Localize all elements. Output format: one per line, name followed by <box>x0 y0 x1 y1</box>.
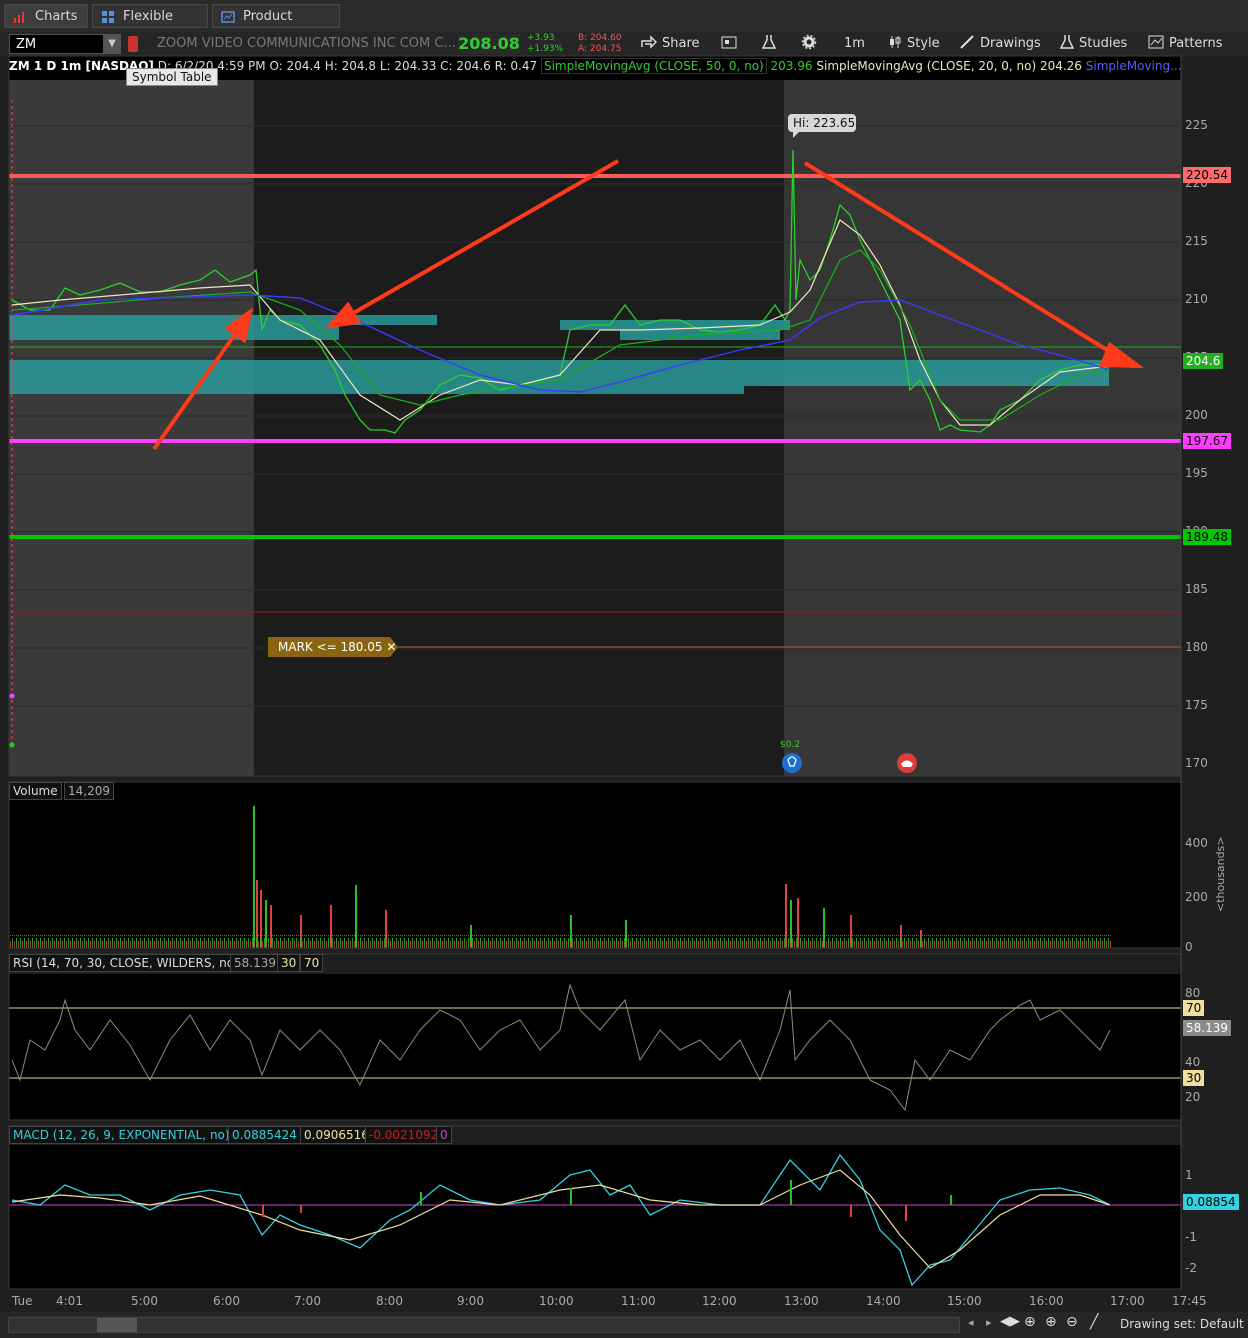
scrollbar-thumb[interactable] <box>97 1318 137 1332</box>
symbol-table-tooltip: Symbol Table <box>126 68 218 86</box>
macd-label[interactable]: MACD (12, 26, 9, EXPONENTIAL, no) <box>9 1126 234 1144</box>
volume-pane-bg <box>9 782 1181 948</box>
sma50-value: 203.96 <box>770 59 813 73</box>
volume-value: 14,209 <box>64 782 114 800</box>
volume-tick: 200 <box>1185 890 1208 904</box>
macd-pane-bg <box>9 1145 1181 1289</box>
sma-more-label[interactable]: SimpleMoving... <box>1086 59 1182 73</box>
sma20-label[interactable]: SimpleMovingAvg (CLOSE, 20, 0, no) <box>816 59 1036 73</box>
close-icon[interactable]: ✕ <box>386 640 396 654</box>
price-tick: 225 <box>1185 118 1208 132</box>
volume-unit: <thousands> <box>1214 836 1227 912</box>
bottom-bar: ◂ ▸ ◀▶ ⊕ ⊕ ⊖ ╱ Drawing set: Default <box>0 1312 1248 1338</box>
bar-range: R: 0.47 <box>494 59 538 73</box>
scroll-left-icon[interactable]: ◂ <box>968 1316 974 1329</box>
rsi-30-label: 30 <box>1183 1070 1205 1086</box>
support-price-label: 197.67 <box>1183 433 1231 449</box>
price-tick: 180 <box>1185 640 1208 654</box>
expand-icon[interactable]: ◀▶ <box>1000 1314 1020 1329</box>
horizontal-scrollbar[interactable] <box>8 1317 960 1333</box>
left-marker-dot <box>9 742 15 748</box>
time-tick: 5:00 <box>131 1294 158 1308</box>
time-tick: 17:00 <box>1110 1294 1145 1308</box>
macd-value: 0.0885424 <box>228 1126 301 1144</box>
volume-tick: 0 <box>1185 940 1193 954</box>
bar-open: O: 204.4 <box>269 59 321 73</box>
time-tick: 12:00 <box>702 1294 737 1308</box>
rsi-pane-bg <box>9 974 1181 1120</box>
earnings-bulb-icon[interactable] <box>782 753 802 773</box>
sma50-label[interactable]: SimpleMovingAvg (CLOSE, 50, 0, no) <box>540 58 767 74</box>
time-tick: 6:00 <box>213 1294 240 1308</box>
macd-zero: 0 <box>436 1126 452 1144</box>
bar-low: L: 204.33 <box>379 59 437 73</box>
rsi-tick: 80 <box>1185 986 1201 1000</box>
zoom-in-icon[interactable]: ⊕ <box>1045 1314 1057 1330</box>
green-level-label: 189.48 <box>1183 529 1231 545</box>
time-tick: 7:00 <box>294 1294 321 1308</box>
time-tick: 9:00 <box>457 1294 484 1308</box>
time-tick: 10:00 <box>539 1294 574 1308</box>
price-tick: 210 <box>1185 292 1208 306</box>
macd-diff: -0.0021092 <box>365 1126 443 1144</box>
rsi-ob-value: 30 <box>277 954 301 972</box>
macd-avg: 0.0906516 <box>300 1126 373 1144</box>
time-tick: 4:01 <box>56 1294 83 1308</box>
macd-tick: 1 <box>1185 1168 1193 1182</box>
volume-baseline-strip <box>9 935 1111 948</box>
left-marker-dot <box>9 693 15 699</box>
time-tick: Tue <box>12 1294 33 1308</box>
macd-tick: -1 <box>1185 1230 1197 1244</box>
macd-current-label: 0.08854 <box>1183 1194 1239 1210</box>
drawing-tool-icon[interactable]: ╱ <box>1090 1314 1098 1330</box>
price-tick: 170 <box>1185 756 1208 770</box>
sma20-value: 204.26 <box>1039 59 1082 73</box>
rsi-70-label: 70 <box>1183 1000 1205 1016</box>
zoom-out-icon[interactable]: ⊖ <box>1066 1314 1078 1330</box>
rsi-current-label: 58.139 <box>1183 1020 1231 1036</box>
crosshair-icon[interactable]: ⊕ <box>1024 1314 1036 1330</box>
price-tick: 185 <box>1185 582 1208 596</box>
volume-label[interactable]: Volume <box>9 782 62 800</box>
price-tick: 175 <box>1185 698 1208 712</box>
high-label: Hi: 223.65 <box>793 116 856 130</box>
rsi-value: 58.139 <box>230 954 280 972</box>
price-tick: 215 <box>1185 234 1208 248</box>
scroll-right-icon[interactable]: ▸ <box>986 1316 992 1329</box>
last-price-label: 204.6 <box>1183 353 1224 369</box>
resistance-price-label: 220.54 <box>1183 167 1231 183</box>
time-tick: 8:00 <box>376 1294 403 1308</box>
volume-tick: 400 <box>1185 836 1208 850</box>
time-tick: 15:00 <box>947 1294 982 1308</box>
rsi-os-value: 70 <box>300 954 324 972</box>
mark-text: MARK <= 180.05 <box>278 640 383 654</box>
rsi-label[interactable]: RSI (14, 70, 30, CLOSE, WILDERS, no) <box>9 954 243 972</box>
macd-tick: -2 <box>1185 1261 1197 1275</box>
time-tick: 13:00 <box>784 1294 819 1308</box>
time-tick: 16:00 <box>1029 1294 1064 1308</box>
time-tick: 14:00 <box>866 1294 901 1308</box>
mark-label: MARK <= 180.05 ✕ <box>278 640 396 654</box>
earnings-value: $0.2 <box>780 740 801 750</box>
time-tick: 17:45 <box>1172 1294 1207 1308</box>
drawing-set-label[interactable]: Drawing set: Default <box>1120 1317 1244 1331</box>
bar-close: C: 204.6 <box>440 59 491 73</box>
time-axis: Tue 4:01 5:00 6:00 7:00 8:00 9:00 10:00 … <box>0 1292 1248 1310</box>
rsi-tick: 40 <box>1185 1055 1201 1069</box>
time-tick: 11:00 <box>621 1294 656 1308</box>
price-tick: 200 <box>1185 408 1208 422</box>
rsi-tick: 20 <box>1185 1090 1201 1104</box>
bar-high: H: 204.8 <box>324 59 376 73</box>
price-tick: 195 <box>1185 466 1208 480</box>
